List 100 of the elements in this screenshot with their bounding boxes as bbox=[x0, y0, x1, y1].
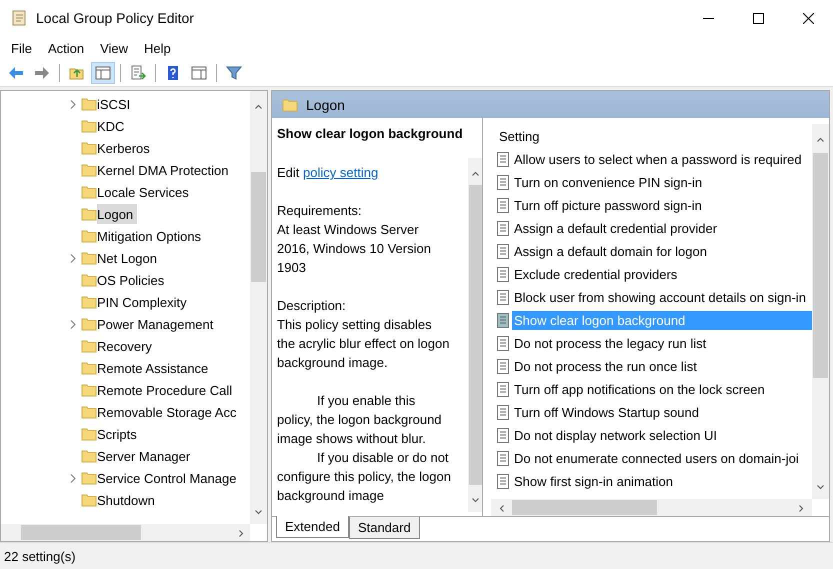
policy-setting-link[interactable]: policy setting bbox=[303, 165, 378, 180]
expand-chevron-icon[interactable] bbox=[70, 254, 76, 262]
policy-document-icon bbox=[497, 267, 509, 282]
description-label: Description: bbox=[277, 297, 347, 315]
toolbar-button[interactable] bbox=[91, 62, 115, 84]
requirements-text: At least Windows Server 2016, Windows 10 Version 1903 bbox=[277, 221, 432, 277]
setting-row[interactable]: Turn off picture password sign-in bbox=[512, 196, 812, 215]
tree-pane-icon bbox=[95, 65, 111, 81]
folder-icon bbox=[81, 317, 97, 331]
menu-item[interactable]: Action bbox=[40, 38, 92, 58]
policy-document-icon bbox=[497, 359, 509, 374]
folder-icon bbox=[81, 471, 97, 485]
setting-heading: Show clear logon background bbox=[277, 125, 463, 143]
menu-item[interactable]: View bbox=[92, 38, 136, 58]
vertical-scrollbar[interactable] bbox=[468, 158, 482, 512]
back-arrow-icon bbox=[8, 65, 24, 81]
setting-row[interactable]: Turn off Windows Startup sound bbox=[512, 403, 812, 422]
setting-row[interactable]: Exclude credential providers bbox=[512, 265, 812, 284]
tree-item[interactable]: OS Policies bbox=[97, 270, 168, 290]
view-tab[interactable]: Extended bbox=[276, 516, 349, 538]
folder-icon bbox=[282, 98, 298, 112]
setting-row[interactable]: Show first sign-in animation bbox=[512, 472, 812, 491]
tree-item[interactable]: Mitigation Options bbox=[97, 226, 206, 246]
folder-icon bbox=[81, 361, 97, 375]
scrollbar-thumb[interactable] bbox=[468, 185, 482, 485]
folder-icon bbox=[81, 405, 97, 419]
tree-item[interactable]: Net Logon bbox=[97, 248, 161, 268]
folder-icon bbox=[81, 295, 97, 309]
setting-row[interactable]: Do not display network selection UI bbox=[512, 426, 812, 445]
folder-icon bbox=[81, 141, 97, 155]
setting-row[interactable]: Block user from showing account details on sign-in bbox=[512, 288, 812, 307]
horizontal-scrollbar[interactable] bbox=[491, 499, 812, 516]
tree-item[interactable]: Kernel DMA Protection bbox=[97, 160, 233, 180]
description-text: If you enable this policy, the logon background image shows without blur. bbox=[277, 392, 443, 448]
menu-item[interactable]: Help bbox=[136, 38, 179, 58]
tree-item[interactable]: Server Manager bbox=[97, 446, 194, 466]
scroll-icon bbox=[10, 8, 28, 28]
setting-row[interactable]: Turn off app notifications on the lock screen bbox=[512, 380, 812, 399]
folder-icon bbox=[81, 207, 97, 221]
tree-item[interactable]: Remote Assistance bbox=[97, 358, 212, 378]
folder-icon bbox=[81, 251, 97, 265]
tree-item[interactable]: PIN Complexity bbox=[97, 292, 191, 312]
setting-row[interactable]: Do not process the legacy run list bbox=[512, 334, 812, 353]
setting-row[interactable]: Turn on convenience PIN sign-in bbox=[512, 173, 812, 192]
tree-item[interactable]: Shutdown bbox=[97, 490, 159, 510]
policy-document-icon bbox=[497, 175, 509, 190]
scrollbar-thumb[interactable] bbox=[512, 500, 657, 515]
policy-document-icon bbox=[497, 382, 509, 397]
expand-chevron-icon[interactable] bbox=[70, 474, 76, 482]
horizontal-scrollbar[interactable] bbox=[1, 524, 250, 541]
view-tab[interactable]: Standard bbox=[348, 517, 420, 539]
vertical-scrollbar[interactable] bbox=[250, 91, 267, 524]
setting-row[interactable]: Do not enumerate connected users on domain-joi bbox=[512, 449, 812, 468]
maximize-icon bbox=[752, 12, 764, 24]
folder-icon bbox=[81, 427, 97, 441]
tree-item[interactable]: Power Management bbox=[97, 314, 218, 334]
expand-chevron-icon[interactable] bbox=[70, 100, 76, 108]
scrollbar-thumb[interactable] bbox=[251, 172, 266, 282]
tree-item[interactable]: Logon bbox=[97, 204, 138, 224]
setting-row[interactable]: Assign a default domain for logon bbox=[512, 242, 812, 261]
folder-icon bbox=[81, 185, 97, 199]
policy-document-icon bbox=[497, 428, 509, 443]
folder-icon bbox=[81, 449, 97, 463]
folder-icon bbox=[81, 273, 97, 287]
tree-item[interactable]: Service Control Manage bbox=[97, 468, 240, 488]
tree-item[interactable]: Removable Storage Acc bbox=[97, 402, 240, 422]
tree-item[interactable]: KDC bbox=[97, 116, 128, 136]
tree-item[interactable]: Locale Services bbox=[97, 182, 193, 202]
description-text: If you disable or do not configure this policy, the logon background image bbox=[277, 449, 452, 505]
window-title: Local Group Policy Editor bbox=[36, 10, 195, 26]
edit-label: Edit bbox=[277, 165, 300, 180]
policy-document-icon bbox=[497, 198, 509, 213]
tree-item[interactable]: iSCSI bbox=[97, 94, 134, 114]
requirements-label: Requirements: bbox=[277, 202, 363, 220]
setting-row[interactable]: Allow users to select when a password is required bbox=[512, 150, 812, 169]
scrollbar-thumb[interactable] bbox=[21, 525, 141, 540]
policy-document-icon bbox=[497, 290, 509, 305]
vertical-scrollbar[interactable] bbox=[812, 124, 829, 499]
menu-item[interactable]: File bbox=[3, 38, 40, 58]
policy-document-icon bbox=[497, 405, 509, 420]
folder-icon bbox=[81, 383, 97, 397]
folder-icon bbox=[81, 339, 97, 353]
tree-item[interactable]: Kerberos bbox=[97, 138, 154, 158]
folder-icon bbox=[81, 119, 97, 133]
setting-row[interactable]: Do not process the run once list bbox=[512, 357, 812, 376]
column-header[interactable]: Setting bbox=[491, 124, 812, 148]
scrollbar-thumb[interactable] bbox=[813, 153, 828, 378]
folder-icon bbox=[81, 97, 97, 111]
policy-document-icon bbox=[497, 244, 509, 259]
tree-item[interactable]: Remote Procedure Call bbox=[97, 380, 236, 400]
policy-document-icon bbox=[497, 152, 509, 167]
action-pane-icon bbox=[191, 65, 207, 81]
tree-item[interactable]: Scripts bbox=[97, 424, 141, 444]
setting-row[interactable]: Assign a default credential provider bbox=[512, 219, 812, 238]
expand-chevron-icon[interactable] bbox=[70, 320, 76, 328]
policy-document-icon bbox=[497, 336, 509, 351]
policy-document-icon bbox=[497, 221, 509, 236]
folder-icon bbox=[81, 163, 97, 177]
policy-document-icon bbox=[497, 313, 509, 328]
tree-item[interactable]: Recovery bbox=[97, 336, 156, 356]
